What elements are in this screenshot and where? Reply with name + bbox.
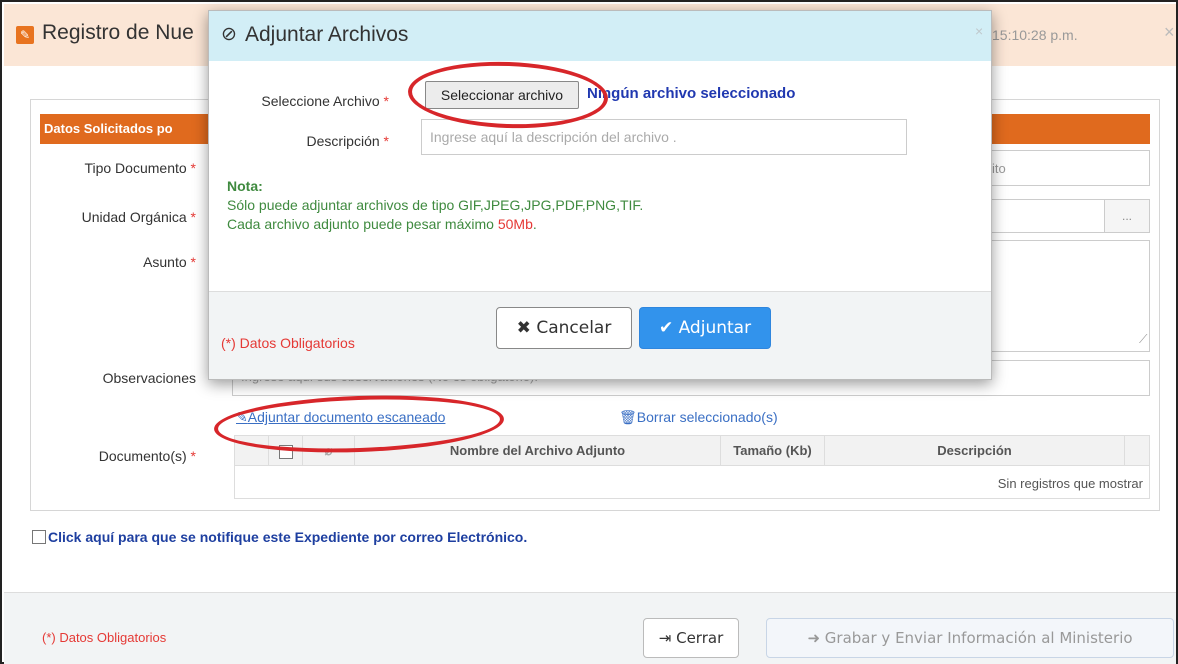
background-time: 15:10:28 p.m. (992, 27, 1078, 43)
resize-handle-icon[interactable]: ⟋ (1139, 332, 1147, 347)
borrar-seleccionados-link[interactable]: 🗑Borrar seleccionado(s) (619, 409, 778, 426)
table-header-size[interactable]: Tamaño (Kb) (721, 436, 825, 466)
observaciones-label: Observaciones (102, 370, 196, 386)
dialog-title: Adjuntar Archivos (245, 23, 409, 46)
close-button[interactable]: ⇥ Cerrar (643, 618, 739, 658)
notify-checkbox[interactable] (32, 530, 46, 544)
background-modal-title: Registro de Nue (42, 21, 194, 44)
tipo-documento-label: Tipo Documento * (84, 160, 196, 176)
background-required-note: (*) Datos Obligatorios (42, 630, 167, 645)
screenshot-frame: ✎ Registro de Nue 15:10:28 p.m. × Datos … (0, 0, 1178, 664)
documentos-label: Documento(s) * (98, 448, 196, 464)
attach-button[interactable]: ✔ Adjuntar (639, 307, 771, 349)
unidad-organica-input[interactable] (987, 199, 1105, 233)
table-empty-message: Sin registros que mostrar (997, 476, 1143, 491)
tipo-documento-value: ito (992, 161, 1006, 176)
note-block: Nota: Sólo puede adjuntar archivos de ti… (227, 177, 643, 234)
description-label: Descripción * (306, 133, 389, 149)
note-title: Nota: (227, 178, 263, 194)
cancel-button[interactable]: ✖ Cancelar (496, 307, 632, 349)
dialog-close-icon[interactable]: × (975, 23, 983, 39)
submit-button[interactable]: ➜ Grabar y Enviar Información al Ministe… (766, 618, 1174, 658)
dialog-required-note: (*) Datos Obligatorios (221, 335, 355, 351)
trash-icon: 🗑 (619, 409, 637, 425)
asunto-textarea[interactable] (987, 240, 1150, 352)
description-placeholder: Ingrese aquí la descripción del archivo … (430, 129, 677, 145)
checkmark-icon: ✔ (658, 318, 674, 338)
asunto-label: Asunto * (143, 254, 196, 270)
x-mark-icon: ✖ (516, 318, 531, 338)
note-line-2: Cada archivo adjunto puede pesar máximo … (227, 216, 537, 232)
arrow-circle-icon: ➜ (807, 629, 821, 647)
notify-label: Click aquí para que se notifique este Ex… (48, 529, 528, 545)
notify-email-option[interactable]: Click aquí para que se notifique este Ex… (32, 529, 527, 545)
pencil-square-icon: ✎ (16, 26, 34, 44)
file-label: Seleccione Archivo * (261, 93, 389, 109)
unidad-organica-search-button[interactable]: ... (1104, 199, 1150, 233)
unidad-organica-label: Unidad Orgánica * (81, 209, 196, 225)
paperclip-icon: ⊘ (221, 24, 237, 45)
table-header-description[interactable]: Descripción (825, 436, 1125, 466)
section-title: Datos Solicitados po (44, 121, 173, 136)
background-close-icon[interactable]: × (1164, 22, 1175, 43)
exit-icon: ⇥ (658, 629, 672, 647)
tipo-documento-select[interactable]: ito (987, 150, 1150, 186)
file-status: Ningún archivo seleccionado (587, 85, 796, 102)
note-line-1: Sólo puede adjuntar archivos de tipo GIF… (227, 197, 644, 213)
dialog-header: ⊘ Adjuntar Archivos × (209, 11, 991, 61)
